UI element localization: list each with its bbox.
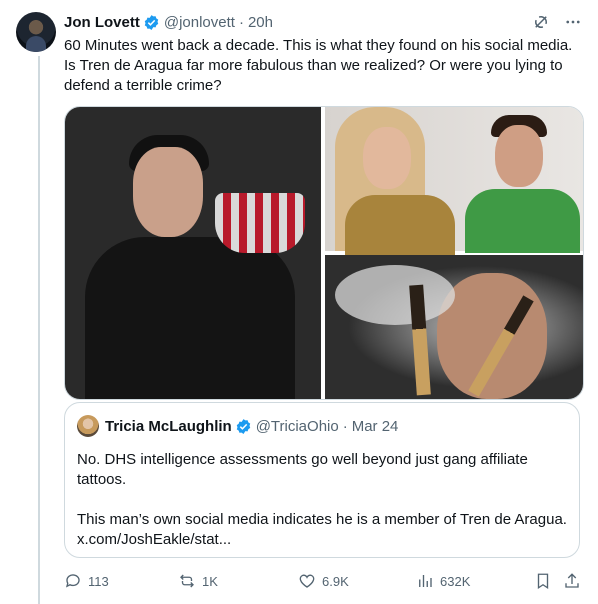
- views-button[interactable]: 632K: [416, 572, 470, 590]
- quoted-date: Mar 24: [351, 417, 399, 435]
- share-icon: [565, 573, 579, 588]
- like-button[interactable]: 6.9K: [298, 572, 349, 590]
- more-icon[interactable]: [564, 13, 582, 31]
- quoted-link[interactable]: x.com/JoshEakle/stat...: [77, 530, 231, 550]
- share-button[interactable]: [563, 572, 581, 590]
- quoted-header: Tricia McLaughlin @TriciaOhio · Mar 24: [77, 415, 398, 437]
- grok-icon[interactable]: [532, 13, 550, 31]
- like-count: 6.9K: [322, 573, 349, 589]
- quoted-separator: ·: [342, 417, 348, 435]
- reply-icon: [65, 574, 80, 588]
- like-icon: [299, 574, 315, 588]
- author-name[interactable]: Jon Lovett: [64, 14, 140, 31]
- quoted-handle: @TriciaOhio: [255, 417, 339, 435]
- repost-count: 1K: [202, 573, 218, 589]
- quoted-text: No. DHS intelligence assessments go well…: [77, 451, 567, 528]
- media-photo-crown[interactable]: [65, 107, 321, 399]
- views-icon: [419, 575, 432, 587]
- bookmark-icon: [537, 573, 549, 590]
- reply-count: 113: [88, 573, 109, 589]
- media-photo-couple[interactable]: [325, 107, 583, 255]
- repost-button[interactable]: 1K: [178, 572, 218, 590]
- media-grid[interactable]: [64, 106, 584, 400]
- header-separator: ·: [238, 13, 244, 31]
- crown-image-detail: [215, 193, 305, 253]
- quoted-tweet[interactable]: Tricia McLaughlin @TriciaOhio · Mar 24 N…: [64, 402, 580, 558]
- tweet-text: 60 Minutes went back a decade. This is w…: [64, 37, 577, 94]
- verified-badge-icon: [144, 14, 159, 30]
- reply-button[interactable]: 113: [64, 572, 109, 590]
- quoted-avatar: [77, 415, 99, 437]
- verified-badge-icon: [236, 418, 250, 434]
- author-avatar[interactable]: [16, 12, 56, 52]
- thread-line: [38, 56, 40, 604]
- repost-icon: [180, 574, 194, 588]
- tweet-header: Jon Lovett @jonlovett · 20h: [64, 12, 582, 32]
- action-bar: 113 1K 6.9K 632K: [64, 572, 582, 592]
- bookmark-button[interactable]: [534, 572, 552, 590]
- author-handle[interactable]: @jonlovett: [164, 14, 235, 31]
- quoted-author-name: Tricia McLaughlin: [105, 417, 232, 435]
- views-count: 632K: [440, 573, 471, 589]
- media-photo-brushes[interactable]: [325, 255, 583, 399]
- tweet-time[interactable]: 20h: [248, 14, 273, 31]
